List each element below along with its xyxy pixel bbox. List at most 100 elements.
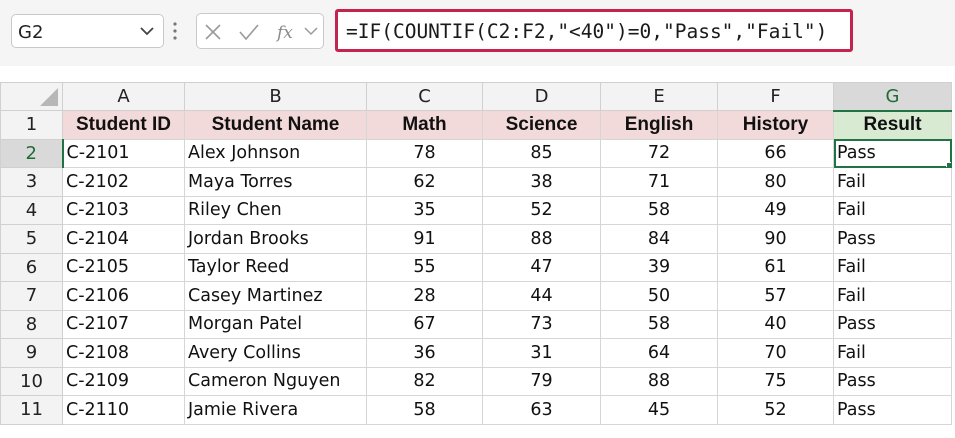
table-cell[interactable]: 84 (600, 224, 718, 254)
table-cell[interactable]: Jordan Brooks (184, 224, 367, 254)
row-header[interactable]: 10 (0, 366, 63, 396)
column-header[interactable]: C (366, 82, 483, 111)
column-header[interactable]: A (62, 82, 185, 111)
table-cell[interactable]: C-2107 (62, 309, 185, 339)
table-cell[interactable]: C-2110 (62, 395, 185, 425)
more-options-icon[interactable] (172, 20, 178, 42)
column-header[interactable]: E (600, 82, 718, 111)
column-header-selected[interactable]: G (833, 82, 952, 112)
table-cell[interactable]: 52 (717, 395, 834, 425)
row-header[interactable]: 6 (0, 252, 63, 282)
table-cell[interactable]: 85 (482, 138, 601, 168)
table-cell[interactable]: 40 (717, 309, 834, 339)
table-cell[interactable]: 91 (366, 224, 483, 254)
table-cell[interactable]: Fail (833, 167, 952, 197)
header-cell[interactable]: Result (833, 110, 952, 140)
row-header[interactable]: 11 (0, 395, 63, 425)
row-header[interactable]: 2 (0, 138, 64, 168)
table-cell[interactable]: C-2109 (62, 366, 185, 396)
table-cell[interactable]: 31 (482, 338, 601, 368)
table-cell[interactable]: 49 (717, 195, 834, 225)
table-cell[interactable]: 66 (717, 138, 834, 168)
table-cell[interactable]: 63 (482, 395, 601, 425)
table-cell[interactable]: Pass (833, 366, 952, 396)
table-cell[interactable]: 64 (600, 338, 718, 368)
header-cell[interactable]: Student ID (62, 110, 185, 140)
row-header[interactable]: 9 (0, 338, 63, 368)
table-cell[interactable]: 58 (600, 309, 718, 339)
table-cell[interactable]: 58 (366, 395, 483, 425)
chevron-down-icon[interactable] (137, 20, 157, 42)
row-header[interactable]: 8 (0, 309, 63, 339)
table-cell[interactable]: 75 (717, 366, 834, 396)
table-cell[interactable]: C-2105 (62, 252, 185, 282)
table-cell[interactable]: Cameron Nguyen (184, 366, 367, 396)
table-cell[interactable]: 70 (717, 338, 834, 368)
table-cell[interactable]: 57 (717, 281, 834, 311)
table-cell[interactable]: C-2104 (62, 224, 185, 254)
table-cell[interactable]: Fail (833, 338, 952, 368)
table-cell[interactable]: 61 (717, 252, 834, 282)
row-header[interactable]: 7 (0, 281, 63, 311)
table-cell[interactable]: Pass (833, 309, 952, 339)
row-header[interactable]: 5 (0, 224, 63, 254)
table-cell[interactable]: 90 (717, 224, 834, 254)
table-cell[interactable]: Alex Johnson (184, 138, 367, 168)
table-cell[interactable]: 36 (366, 338, 483, 368)
table-cell[interactable]: 62 (366, 167, 483, 197)
header-cell[interactable]: English (600, 110, 718, 140)
header-cell[interactable]: History (717, 110, 834, 140)
table-cell[interactable]: 88 (482, 224, 601, 254)
table-cell[interactable]: Fail (833, 252, 952, 282)
table-cell[interactable]: 78 (366, 138, 483, 168)
row-header[interactable]: 4 (0, 195, 63, 225)
table-cell[interactable]: Pass (833, 224, 952, 254)
header-cell[interactable]: Math (366, 110, 483, 140)
table-cell[interactable]: Fail (833, 281, 952, 311)
table-cell[interactable]: 80 (717, 167, 834, 197)
table-cell[interactable]: 45 (600, 395, 718, 425)
table-cell[interactable]: Morgan Patel (184, 309, 367, 339)
table-cell[interactable]: 35 (366, 195, 483, 225)
column-header[interactable]: B (184, 82, 367, 111)
table-cell[interactable]: 79 (482, 366, 601, 396)
table-cell[interactable]: 67 (366, 309, 483, 339)
table-cell[interactable]: 72 (600, 138, 718, 168)
table-cell[interactable]: Pass (833, 395, 952, 425)
header-cell[interactable]: Student Name (184, 110, 367, 140)
column-header[interactable]: F (717, 82, 834, 111)
table-cell[interactable]: 28 (366, 281, 483, 311)
active-cell[interactable]: Pass (833, 138, 952, 168)
table-cell[interactable]: C-2106 (62, 281, 185, 311)
row-header[interactable]: 1 (0, 110, 63, 140)
column-header[interactable]: D (482, 82, 601, 111)
x-icon[interactable] (203, 22, 223, 42)
table-cell[interactable]: Avery Collins (184, 338, 367, 368)
table-cell[interactable]: C-2108 (62, 338, 185, 368)
table-cell[interactable]: 82 (366, 366, 483, 396)
table-cell[interactable]: Fail (833, 195, 952, 225)
table-cell[interactable]: 38 (482, 167, 601, 197)
table-cell[interactable]: 58 (600, 195, 718, 225)
table-cell[interactable]: Riley Chen (184, 195, 367, 225)
fill-handle[interactable] (946, 162, 951, 167)
table-cell[interactable]: 50 (600, 281, 718, 311)
table-cell[interactable]: C-2102 (62, 167, 185, 197)
table-cell[interactable]: 88 (600, 366, 718, 396)
check-icon[interactable] (238, 22, 260, 42)
header-cell[interactable]: Science (482, 110, 601, 140)
row-header[interactable]: 3 (0, 167, 63, 197)
formula-input[interactable]: =IF(COUNTIF(C2:F2,"<40")=0,"Pass","Fail"… (335, 9, 853, 52)
table-cell[interactable]: 73 (482, 309, 601, 339)
table-cell[interactable]: C-2101 (62, 138, 185, 168)
table-cell[interactable]: Taylor Reed (184, 252, 367, 282)
select-all-button[interactable] (0, 82, 63, 111)
table-cell[interactable]: 44 (482, 281, 601, 311)
table-cell[interactable]: 47 (482, 252, 601, 282)
table-cell[interactable]: Casey Martinez (184, 281, 367, 311)
table-cell[interactable]: Jamie Rivera (184, 395, 367, 425)
name-box[interactable]: G2 (11, 14, 164, 48)
fx-icon[interactable]: fx (275, 20, 299, 44)
table-cell[interactable]: Maya Torres (184, 167, 367, 197)
table-cell[interactable]: 39 (600, 252, 718, 282)
